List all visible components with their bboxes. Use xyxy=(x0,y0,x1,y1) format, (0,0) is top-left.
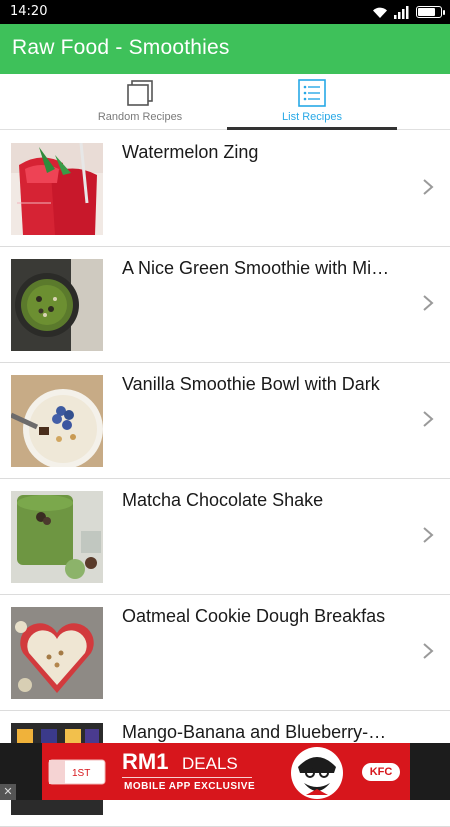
status-bar: 14:20 xyxy=(0,0,450,24)
ad-card-text: 1ST xyxy=(72,768,90,779)
ad-subline: MOBILE APP EXCLUSIVE xyxy=(124,781,256,792)
status-icons xyxy=(372,4,445,20)
tab-list-recipes[interactable]: List Recipes xyxy=(227,74,397,130)
tab-selected-indicator xyxy=(227,127,397,130)
ad-content[interactable]: 1ST RM1 DEALS MOBILE APP EXCLUSIVE KFC xyxy=(42,743,410,800)
signal-icon xyxy=(394,5,409,19)
ad-headline-big: RM1 xyxy=(122,749,169,774)
ad-headline-small: DEALS xyxy=(182,754,238,773)
recipe-title: Matcha Chocolate Shake xyxy=(122,490,324,510)
copy-icon xyxy=(127,80,153,106)
list-icon xyxy=(298,79,326,107)
battery-icon xyxy=(416,6,445,18)
colonel-logo-icon xyxy=(291,747,343,799)
recipe-title: Mango-Banana and Blueberry-C… xyxy=(122,722,390,742)
list-item[interactable]: Oatmeal Cookie Dough Breakfas xyxy=(0,595,450,711)
ad-close-button[interactable]: ✕ xyxy=(0,784,16,800)
recipe-list[interactable]: Watermelon Zing A Nice Green Smoothie wi… xyxy=(0,131,450,827)
list-item[interactable]: Watermelon Zing xyxy=(0,131,450,247)
list-item[interactable]: Matcha Chocolate Shake xyxy=(0,479,450,595)
ad-divider xyxy=(122,777,252,778)
wifi-icon xyxy=(373,7,387,18)
tab-random-recipes-label: Random Recipes xyxy=(97,111,183,123)
chevron-right-icon xyxy=(423,295,434,311)
chevron-right-icon xyxy=(423,411,434,427)
tab-list-recipes-label: List Recipes xyxy=(282,111,342,123)
recipe-thumbnail xyxy=(11,259,103,351)
tab-random-recipes[interactable]: Random Recipes xyxy=(55,74,225,130)
chevron-right-icon xyxy=(423,527,434,543)
app-title: Raw Food - Smoothies xyxy=(12,36,230,59)
status-time: 14:20 xyxy=(10,4,48,19)
recipe-title: A Nice Green Smoothie with Min… xyxy=(122,258,390,278)
recipe-thumbnail xyxy=(11,491,103,583)
ad-brand-badge: KFC xyxy=(362,763,400,781)
recipe-thumbnail xyxy=(11,143,103,235)
app-bar: Raw Food - Smoothies xyxy=(0,24,450,74)
recipe-title: Vanilla Smoothie Bowl with Dark xyxy=(122,374,380,394)
recipe-title: Oatmeal Cookie Dough Breakfas xyxy=(122,606,386,626)
tab-bar: Random Recipes List Recipes xyxy=(0,74,450,130)
chevron-right-icon xyxy=(423,643,434,659)
recipe-title: Watermelon Zing xyxy=(122,142,259,162)
loyalty-card-icon: 1ST xyxy=(48,759,106,785)
ad-banner: ✕ 1ST RM1 DEALS MOBILE APP EXCLUSIVE KFC xyxy=(0,743,450,800)
list-item[interactable]: Vanilla Smoothie Bowl with Dark xyxy=(0,363,450,479)
chevron-right-icon xyxy=(423,179,434,195)
list-item[interactable]: A Nice Green Smoothie with Min… xyxy=(0,247,450,363)
recipe-thumbnail xyxy=(11,607,103,699)
recipe-thumbnail xyxy=(11,375,103,467)
